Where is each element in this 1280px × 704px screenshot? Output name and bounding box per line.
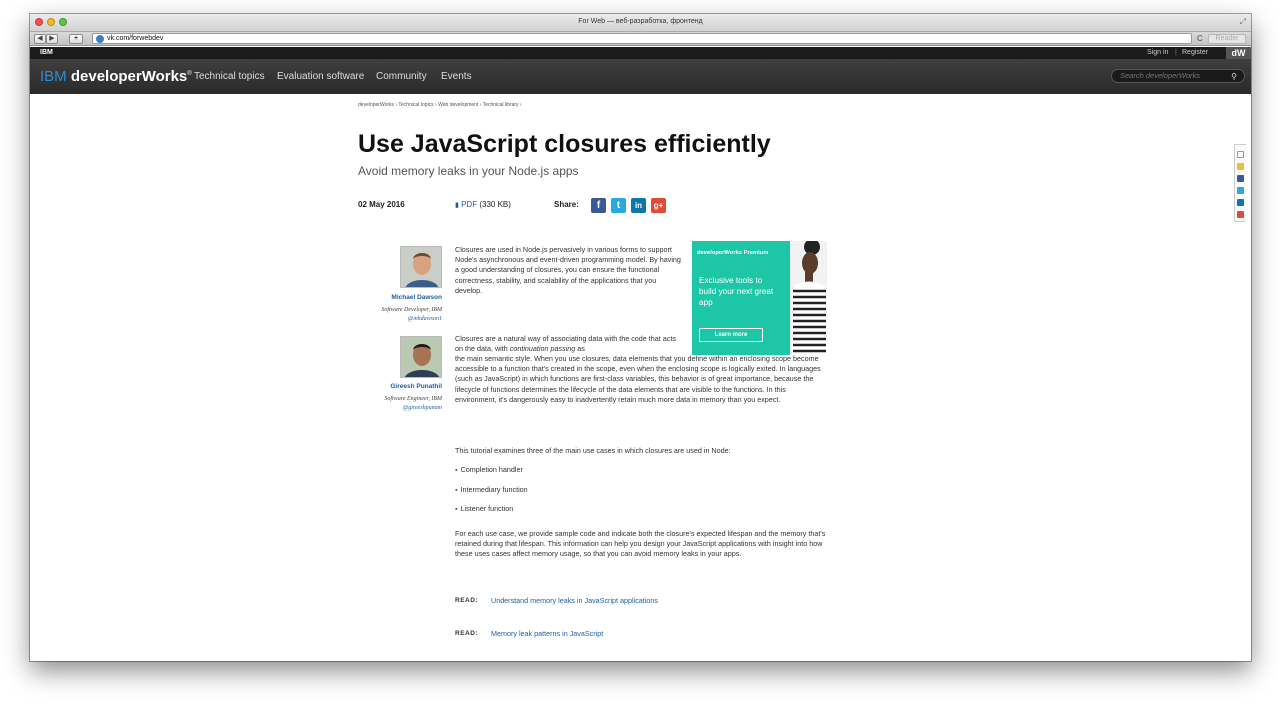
pdf-size: (330 KB)	[479, 200, 511, 209]
page-subtitle: Avoid memory leaks in your Node.js apps	[358, 164, 579, 178]
print-icon[interactable]	[1237, 151, 1244, 158]
twitter-icon[interactable]: t	[611, 198, 626, 213]
developerworks-logo[interactable]: IBM developerWorks®	[40, 68, 192, 85]
logo-ibm: IBM	[40, 68, 67, 85]
search-placeholder: Search developerWorks	[1120, 71, 1201, 80]
window-title: For Web — веб-разработка, фронтенд	[578, 18, 703, 25]
avatar-michael-dawson	[400, 246, 442, 288]
url-text: vk.com/forwebdev	[107, 35, 164, 42]
logo-reg: ®	[187, 71, 192, 77]
premium-promo[interactable]: developerWorks Premium Exclusive tools t…	[692, 241, 827, 355]
pdf-link[interactable]: ▮ PDF (330 KB)	[455, 200, 511, 209]
search-input[interactable]: Search developerWorks ⚲	[1111, 69, 1245, 83]
back-button[interactable]: ◀	[34, 34, 46, 44]
nav-events[interactable]: Events	[441, 71, 472, 82]
browser-toolbar: ◀ ▶ + vk.com/forwebdev C Reader	[30, 32, 1251, 46]
search-icon[interactable]: ⚲	[1231, 71, 1237, 83]
nav-community[interactable]: Community	[376, 71, 427, 82]
ibm-label[interactable]: IBM	[40, 49, 53, 56]
address-bar[interactable]: vk.com/forwebdev	[92, 33, 1192, 44]
read-label: READ:	[455, 597, 479, 604]
logo-developerworks: developerWorks	[70, 68, 188, 85]
author-twitter[interactable]: @gireeshpunam	[357, 405, 442, 411]
author-role: Software Engineer, IBM	[384, 396, 442, 402]
browser-window: For Web — веб-разработка, фронтенд ⤢ ◀ ▶…	[30, 14, 1251, 661]
googleplus-sidebar-icon[interactable]	[1237, 211, 1244, 218]
register-link[interactable]: Register	[1182, 49, 1208, 56]
sign-in-link[interactable]: Sign in	[1147, 49, 1168, 56]
dw-badge[interactable]: dW	[1226, 47, 1251, 59]
summary-paragraph: For each use case, we provide sample cod…	[455, 529, 826, 559]
reader-button[interactable]: Reader	[1208, 34, 1246, 44]
share-sidebar	[1234, 144, 1246, 222]
globe-icon	[96, 35, 104, 43]
fullscreen-icon[interactable]: ⤢	[1240, 17, 1246, 27]
list-item: Intermediary function	[455, 485, 528, 494]
publish-date: 02 May 2016	[358, 200, 405, 209]
forward-button[interactable]: ▶	[46, 34, 58, 44]
share-label: Share:	[554, 200, 579, 209]
nav-evaluation-software[interactable]: Evaluation software	[277, 71, 364, 82]
googleplus-icon[interactable]: g+	[651, 198, 666, 213]
read-link-leak-patterns[interactable]: Memory leak patterns in JavaScript	[491, 629, 603, 638]
paragraph-text: as	[575, 344, 585, 354]
reload-button[interactable]: C	[1197, 34, 1203, 43]
author-photo-icon	[401, 247, 441, 287]
breadcrumb[interactable]: developerWorks › Technical topics › Web …	[358, 102, 522, 108]
author-photo-icon	[401, 337, 441, 377]
nav-technical-topics[interactable]: Technical topics	[194, 71, 265, 82]
use-cases-intro: This tutorial examines three of the main…	[455, 446, 731, 455]
ibm-top-bar: IBM Sign in | Register dW	[30, 47, 1251, 59]
title-bar: For Web — веб-разработка, фронтенд ⤢	[30, 14, 1251, 32]
learn-more-button[interactable]: Learn more	[699, 328, 763, 342]
developerworks-nav: IBM developerWorks® Technical topics Eva…	[30, 59, 1251, 94]
author-name[interactable]: Michael Dawson	[357, 294, 442, 301]
promo-woman-image	[790, 241, 827, 355]
twitter-sidebar-icon[interactable]	[1237, 187, 1244, 194]
author-name[interactable]: Gireesh Punathil	[357, 383, 442, 390]
author-twitter[interactable]: @mhdawson1	[357, 316, 442, 322]
avatar-gireesh-punathil	[400, 336, 442, 378]
read-label: READ:	[455, 630, 479, 637]
link-separator: |	[1175, 49, 1177, 56]
facebook-sidebar-icon[interactable]	[1237, 175, 1244, 182]
new-tab-button[interactable]: +	[69, 34, 83, 44]
read-link-memory-leaks[interactable]: Understand memory leaks in JavaScript ap…	[491, 596, 658, 605]
page-title: Use JavaScript closures efficiently	[358, 130, 771, 158]
intro-paragraph: Closures are used in Node.js pervasively…	[455, 245, 681, 295]
emphasis-text: continuation passing	[509, 344, 576, 354]
closures-paragraph-rest: the main semantic style. When you use cl…	[455, 354, 821, 404]
pdf-icon: ▮	[455, 202, 459, 209]
closures-paragraph-start: Closures are a natural way of associatin…	[455, 334, 685, 354]
linkedin-sidebar-icon[interactable]	[1237, 199, 1244, 206]
promo-heading: developerWorks Premium	[697, 250, 769, 256]
author-role: Software Developer, IBM	[381, 307, 442, 313]
list-item: Listener function	[455, 504, 514, 513]
promo-body: Exclusive tools to build your next great…	[699, 276, 774, 307]
pdf-label[interactable]: PDF	[461, 200, 477, 209]
linkedin-icon[interactable]: in	[631, 198, 646, 213]
list-item: Completion handler	[455, 465, 523, 474]
email-icon[interactable]	[1237, 163, 1244, 170]
facebook-icon[interactable]: f	[591, 198, 606, 213]
